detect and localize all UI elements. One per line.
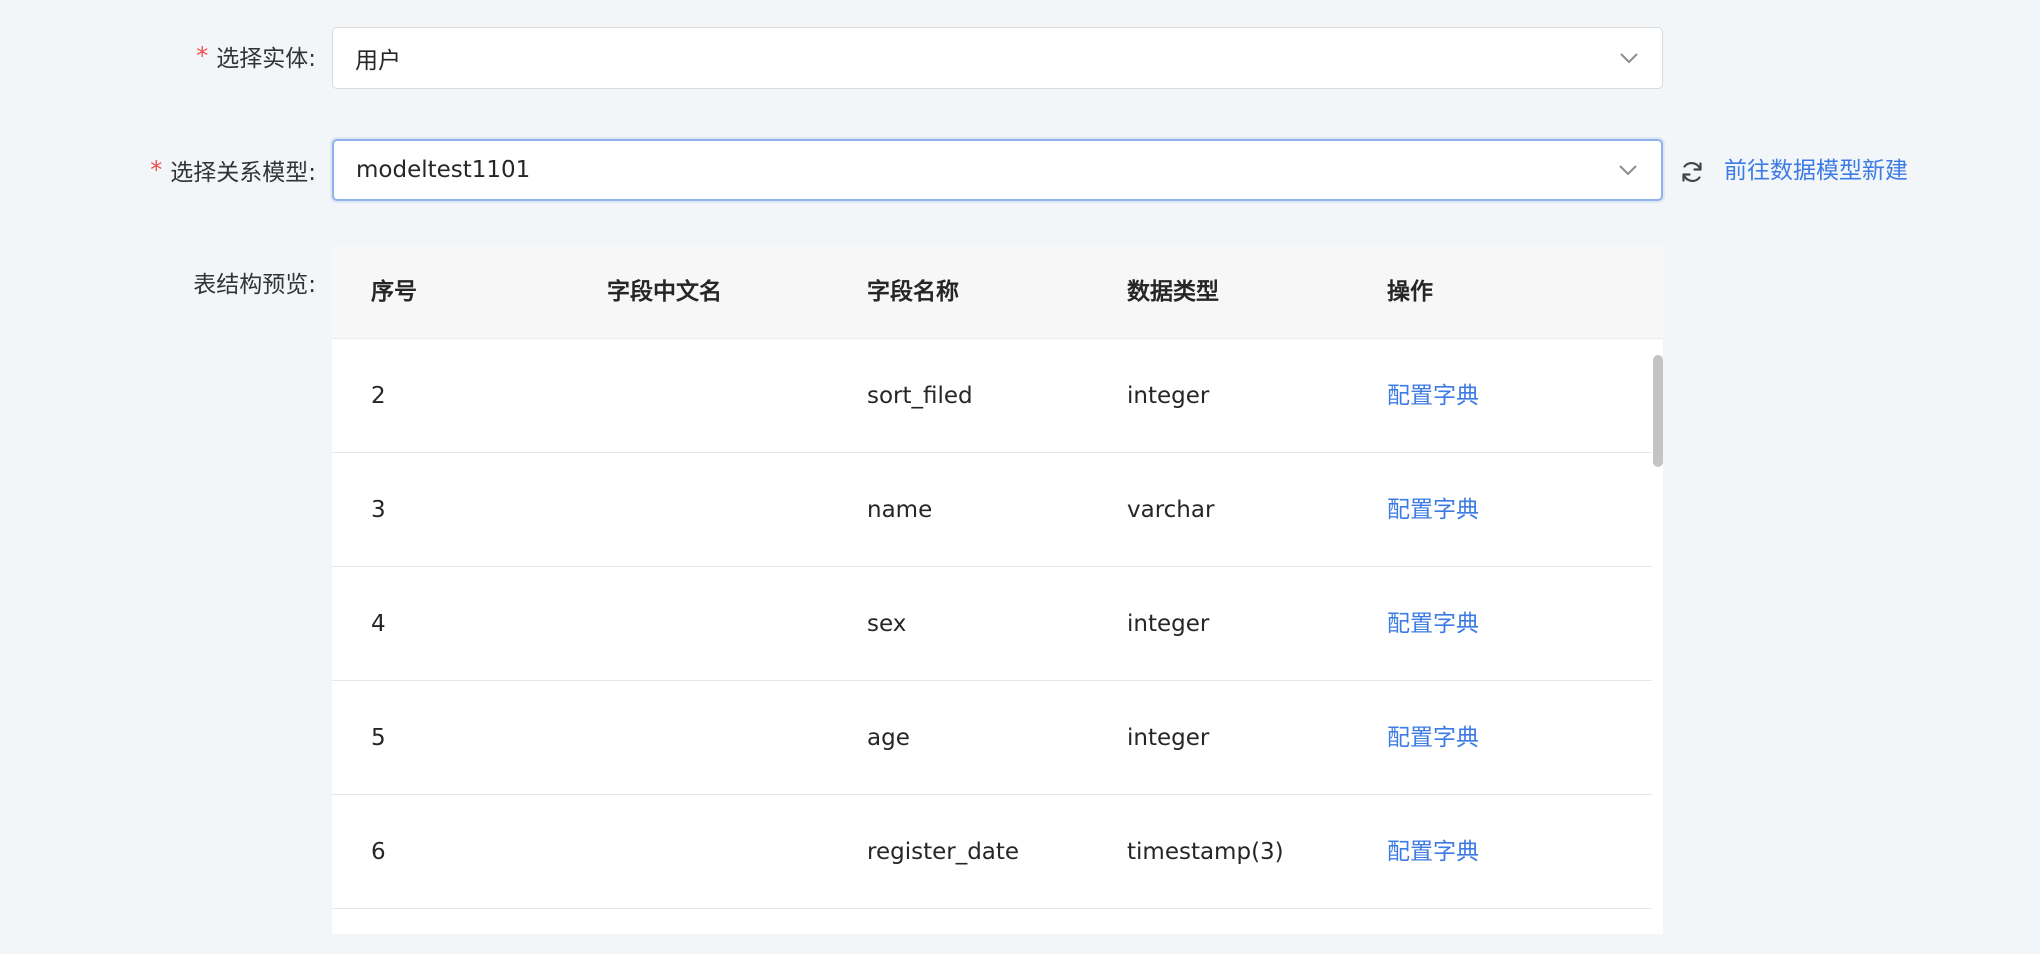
chevron-down-icon [1618, 47, 1640, 69]
configure-dictionary-link[interactable]: 配置字典 [1387, 453, 1479, 567]
form: * 选择实体: 用户 * 选择关系模型: modeltest1101 前往数据模… [0, 0, 2040, 954]
entity-select-value: 用户 [355, 48, 401, 74]
cell-name: sort_filed [867, 383, 973, 409]
model-label: * 选择关系模型: [150, 153, 316, 187]
entity-label-text: 选择实体: [216, 46, 316, 72]
table-row: 3 name varchar 配置字典 [332, 453, 1652, 567]
column-header-type: 数据类型 [1127, 279, 1219, 305]
model-select-value: modeltest1101 [356, 157, 531, 183]
cell-index: 4 [371, 611, 386, 637]
column-header-cn-name: 字段中文名 [607, 279, 722, 305]
preview-table: 序号 字段中文名 字段名称 数据类型 操作 2 sort_filed integ… [332, 246, 1663, 934]
cell-name: age [867, 725, 910, 751]
table-row: 4 sex integer 配置字典 [332, 567, 1652, 681]
model-select[interactable]: modeltest1101 [332, 139, 1663, 201]
refresh-icon[interactable] [1679, 159, 1705, 185]
create-model-link[interactable]: 前往数据模型新建 [1724, 154, 1908, 188]
cell-type: integer [1127, 383, 1210, 409]
preview-label: 表结构预览: [193, 272, 316, 298]
cell-name: register_date [867, 839, 1020, 865]
cell-index: 5 [371, 725, 386, 751]
column-header-name: 字段名称 [867, 279, 959, 305]
table-scrollbar[interactable] [1652, 339, 1663, 934]
configure-dictionary-link[interactable]: 配置字典 [1387, 795, 1479, 909]
column-header-action: 操作 [1387, 279, 1433, 305]
required-mark: * [150, 156, 163, 184]
cell-type: varchar [1127, 497, 1215, 523]
entity-select[interactable]: 用户 [332, 27, 1663, 89]
cell-type: integer [1127, 611, 1210, 637]
cell-index: 2 [371, 383, 386, 409]
scrollbar-thumb[interactable] [1653, 355, 1663, 467]
chevron-down-icon [1617, 159, 1639, 181]
table-row: 6 register_date timestamp(3) 配置字典 [332, 795, 1652, 909]
entity-label: * 选择实体: [196, 39, 316, 73]
required-mark: * [196, 42, 209, 70]
configure-dictionary-link[interactable]: 配置字典 [1387, 681, 1479, 795]
cell-type: integer [1127, 725, 1210, 751]
table-body: 2 sort_filed integer 配置字典 3 name varchar… [332, 339, 1652, 909]
table-row: 2 sort_filed integer 配置字典 [332, 339, 1652, 453]
column-header-index: 序号 [371, 279, 417, 305]
configure-dictionary-link[interactable]: 配置字典 [1387, 567, 1479, 681]
cell-index: 3 [371, 497, 386, 523]
table-header: 序号 字段中文名 字段名称 数据类型 操作 [332, 246, 1663, 339]
cell-type: timestamp(3) [1127, 839, 1284, 865]
cell-name: name [867, 497, 933, 523]
table-row: 5 age integer 配置字典 [332, 681, 1652, 795]
cell-index: 6 [371, 839, 386, 865]
configure-dictionary-link[interactable]: 配置字典 [1387, 339, 1479, 453]
cell-name: sex [867, 611, 907, 637]
model-label-text: 选择关系模型: [170, 160, 316, 186]
